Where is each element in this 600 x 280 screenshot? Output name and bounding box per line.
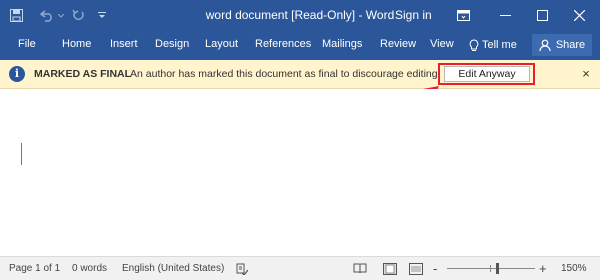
customize-qat-icon[interactable] <box>98 0 108 31</box>
message-text: An author has marked this document as fi… <box>130 68 441 80</box>
sign-in-link[interactable]: Sign in <box>395 0 432 31</box>
person-icon <box>539 39 551 51</box>
edit-anyway-button[interactable]: Edit Anyway <box>444 66 530 82</box>
window-title-text: word document [Read-Only] - Word <box>205 8 395 22</box>
web-layout-icon[interactable] <box>409 257 423 280</box>
info-icon: i <box>9 66 25 82</box>
language-indicator[interactable]: English (United States) <box>122 257 224 280</box>
word-count[interactable]: 0 words <box>72 257 107 280</box>
tab-view[interactable]: View <box>430 31 454 60</box>
document-canvas[interactable] <box>0 89 600 256</box>
close-icon[interactable] <box>558 0 600 31</box>
tab-mailings[interactable]: Mailings <box>322 31 362 60</box>
redo-icon[interactable] <box>72 0 88 31</box>
zoom-in-button[interactable]: + <box>539 257 547 280</box>
tab-home[interactable]: Home <box>62 31 91 60</box>
ribbon-tab-bar: File Home Insert Design Layout Reference… <box>0 31 600 60</box>
undo-dropdown-icon[interactable] <box>58 0 66 31</box>
status-bar: Page 1 of 1 0 words English (United Stat… <box>0 256 600 280</box>
print-layout-icon[interactable] <box>383 257 397 280</box>
zoom-slider-track[interactable] <box>447 268 535 269</box>
undo-icon[interactable] <box>40 0 56 31</box>
tell-me-label: Tell me <box>482 39 517 51</box>
tell-me-search[interactable]: Tell me <box>469 31 517 60</box>
message-bar-close-icon[interactable]: × <box>578 60 594 88</box>
proofing-icon[interactable] <box>236 257 248 280</box>
zoom-slider-tick <box>490 265 491 272</box>
tab-file[interactable]: File <box>18 31 36 60</box>
maximize-icon[interactable] <box>521 0 563 31</box>
tab-layout[interactable]: Layout <box>205 31 238 60</box>
tab-design[interactable]: Design <box>155 31 189 60</box>
page-count[interactable]: Page 1 of 1 <box>9 257 60 280</box>
share-button[interactable]: Share <box>532 34 592 56</box>
minimize-icon[interactable] <box>484 0 526 31</box>
zoom-level[interactable]: 150% <box>561 257 587 280</box>
save-icon[interactable] <box>10 0 26 31</box>
share-label: Share <box>555 39 586 51</box>
text-cursor <box>21 143 22 165</box>
title-bar: word document [Read-Only] - Word Sign in <box>0 0 600 31</box>
zoom-slider-handle[interactable] <box>496 263 499 274</box>
zoom-out-button[interactable]: - <box>433 257 437 280</box>
tab-review[interactable]: Review <box>380 31 416 60</box>
ribbon-display-icon[interactable] <box>442 0 484 31</box>
tab-insert[interactable]: Insert <box>110 31 138 60</box>
read-mode-icon[interactable] <box>353 257 367 280</box>
lightbulb-icon <box>469 39 479 51</box>
message-title: MARKED AS FINAL <box>34 68 132 80</box>
tab-references[interactable]: References <box>255 31 311 60</box>
